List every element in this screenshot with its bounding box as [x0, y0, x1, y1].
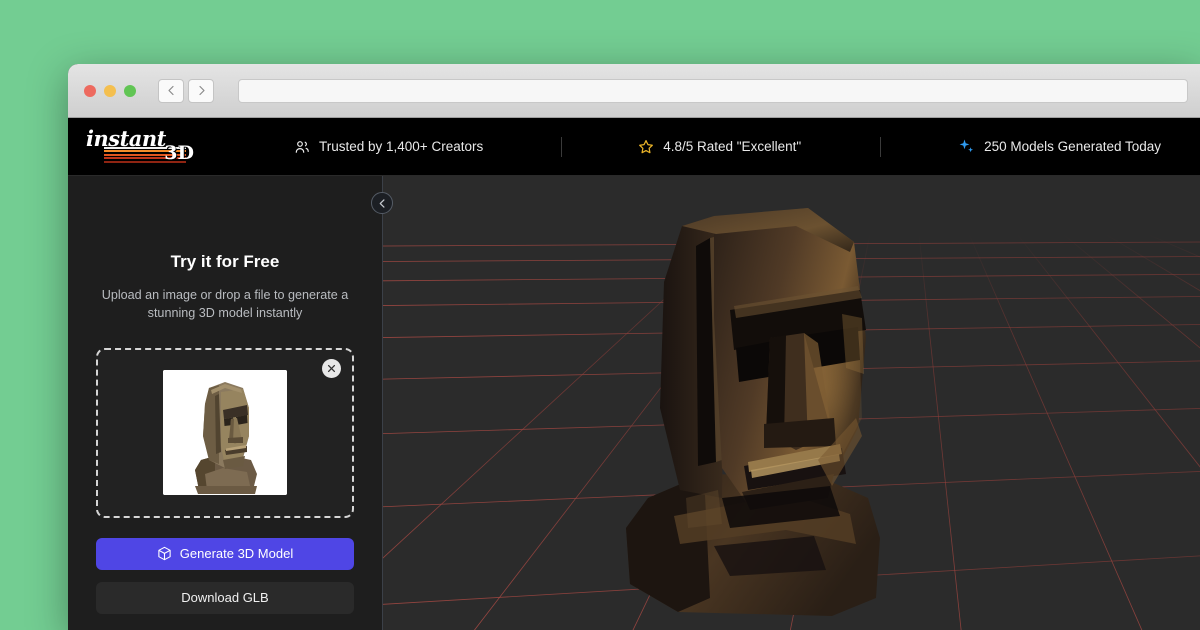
badge-label: 250 Models Generated Today — [984, 139, 1162, 154]
logo-wordmark: instant — [86, 125, 166, 151]
zoom-window-button[interactable] — [124, 84, 136, 97]
uploaded-image-thumbnail[interactable] — [163, 370, 287, 495]
page-title: Try it for Free — [170, 252, 280, 271]
navigation-buttons — [158, 78, 214, 103]
forward-button[interactable] — [188, 78, 214, 103]
back-button[interactable] — [158, 78, 184, 103]
top-navigation-bar: instant 3D Trusted by 1,400+ Creators 4.… — [68, 118, 1200, 176]
chevron-right-icon — [198, 85, 205, 96]
url-input[interactable] — [238, 78, 1188, 103]
badge-label: 4.8/5 Rated "Excellent" — [663, 139, 802, 154]
upload-panel: Try it for Free Upload an image or drop … — [68, 176, 383, 630]
trust-badges: Trusted by 1,400+ Creators 4.8/5 Rated "… — [294, 136, 1200, 157]
cube-icon — [158, 546, 171, 561]
moai-thumbnail-image — [163, 370, 287, 495]
remove-image-button[interactable] — [322, 358, 341, 378]
close-window-button[interactable] — [84, 84, 96, 97]
badge-rating: 4.8/5 Rated "Excellent" — [638, 139, 801, 155]
chevron-left-icon — [379, 198, 385, 208]
app-root: instant 3D Trusted by 1,400+ Creators 4.… — [68, 118, 1200, 630]
download-glb-button[interactable]: Download GLB — [96, 581, 354, 614]
generate-button-label: Generate 3D Model — [179, 546, 294, 561]
minimize-window-button[interactable] — [104, 84, 116, 97]
collapse-panel-button[interactable] — [371, 192, 393, 214]
badge-models-generated: 250 Models Generated Today — [958, 138, 1161, 155]
badge-label: Trusted by 1,400+ Creators — [319, 139, 484, 154]
badge-separator — [561, 136, 563, 157]
moai-3d-model[interactable] — [618, 198, 918, 618]
close-icon — [327, 364, 336, 372]
chevron-left-icon — [167, 85, 174, 96]
browser-window: instant 3D Trusted by 1,400+ Creators 4.… — [68, 64, 1200, 630]
image-dropzone[interactable] — [96, 347, 354, 518]
moai-model-render — [625, 208, 880, 616]
star-icon — [639, 139, 654, 153]
instant3d-logo[interactable]: instant 3D — [86, 128, 194, 166]
download-button-label: Download GLB — [181, 590, 269, 605]
users-icon — [295, 140, 309, 153]
model-viewport[interactable] — [383, 176, 1200, 630]
generate-3d-model-button[interactable]: Generate 3D Model — [96, 537, 354, 570]
traffic-lights — [84, 84, 136, 97]
badge-trusted-creators: Trusted by 1,400+ Creators — [294, 139, 483, 155]
logo-3d-suffix: 3D — [164, 141, 194, 164]
panel-subtitle: Upload an image or drop a file to genera… — [101, 288, 349, 321]
badge-separator — [880, 136, 882, 157]
browser-toolbar — [68, 64, 1200, 118]
main-content: Try it for Free Upload an image or drop … — [68, 176, 1200, 630]
sparkles-icon — [959, 139, 974, 153]
